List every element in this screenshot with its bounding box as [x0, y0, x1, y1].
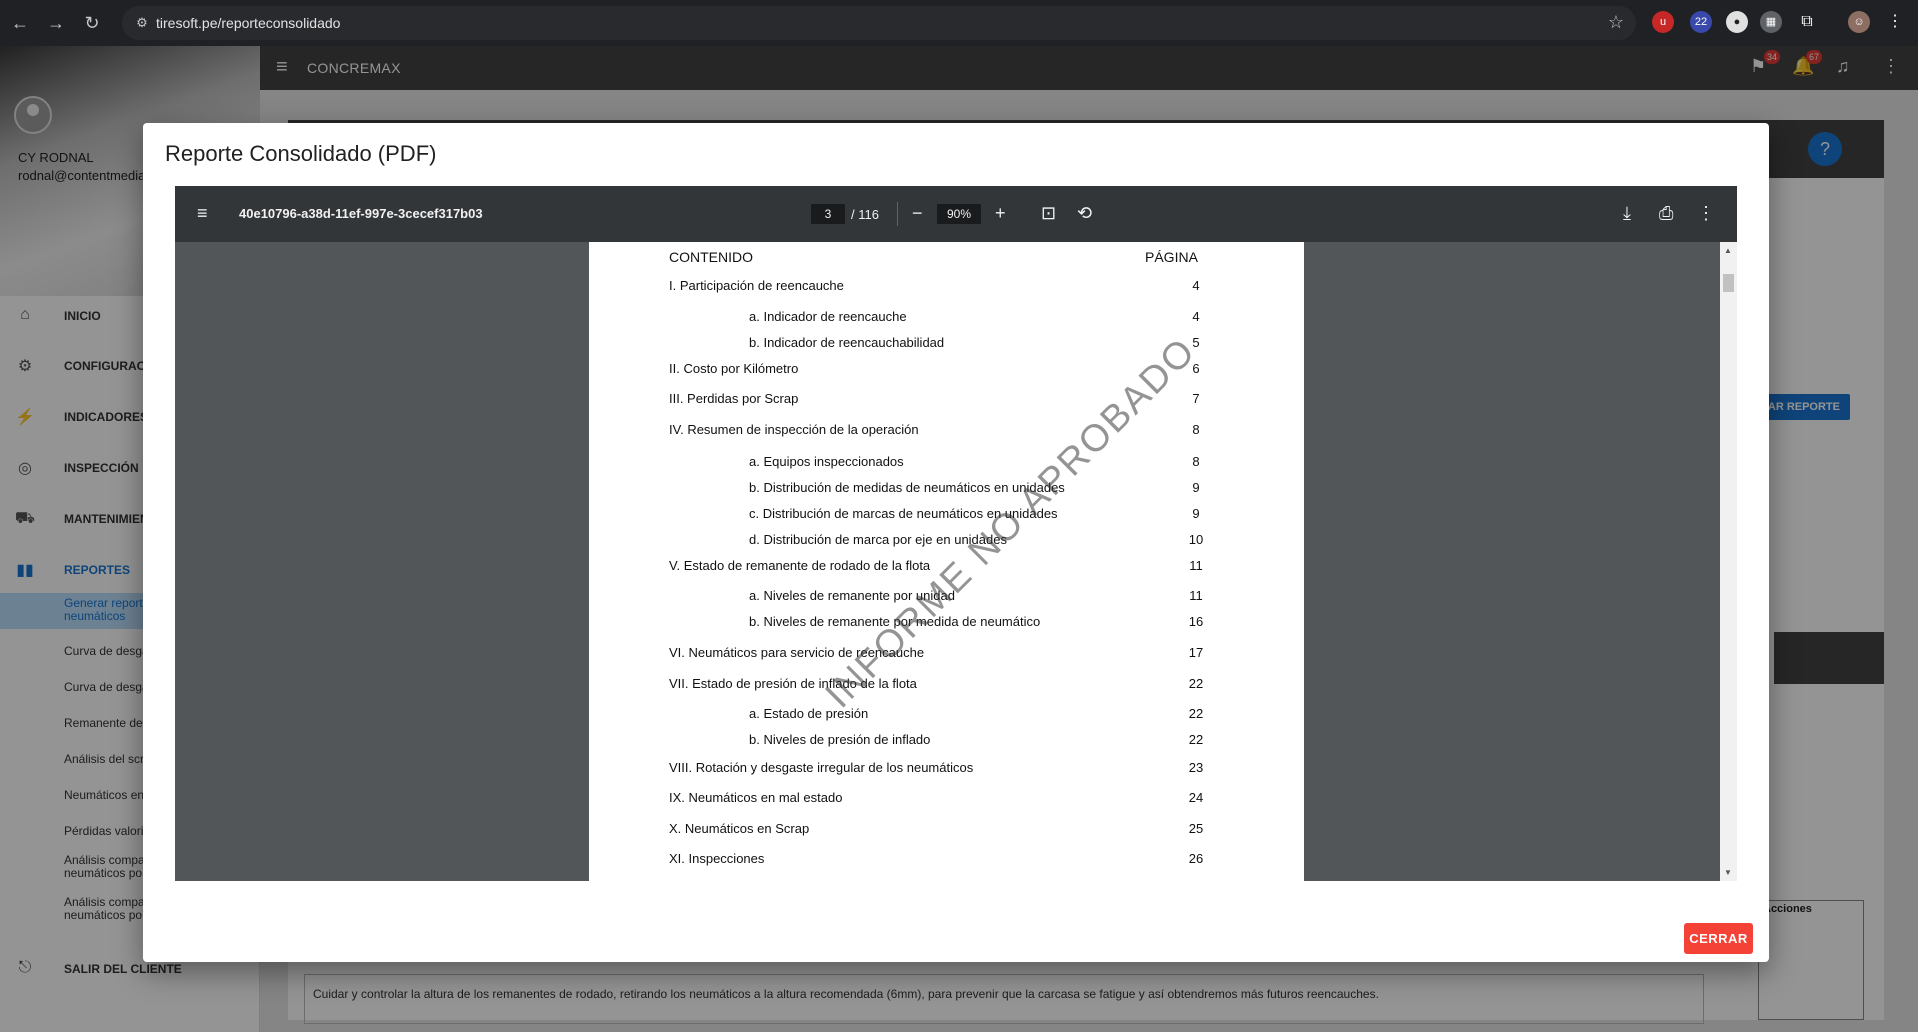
toc-entry-title: III. Perdidas por Scrap: [669, 391, 799, 406]
toc-entry[interactable]: IV. Resumen de inspección de la operació…: [589, 422, 1304, 440]
forward-icon[interactable]: →: [44, 11, 68, 35]
toc-entry-title: I. Participación de reencauche: [669, 278, 844, 293]
toc-entry-title: V. Estado de remanente de rodado de la f…: [669, 558, 931, 573]
toc-entry-title: VIII. Rotación y desgaste irregular de l…: [669, 760, 974, 775]
pdf-viewer: ≡ 40e10796-a38d-11ef-997e-3cecef317b03 3…: [175, 186, 1737, 881]
toc-entry-page: 9: [1192, 480, 1200, 495]
toc-entry-title: II. Costo por Kilómetro: [669, 361, 799, 376]
address-bar[interactable]: ⚙ tiresoft.pe/reporteconsolidado ☆: [122, 6, 1636, 40]
extension-circle-icon[interactable]: ●: [1726, 11, 1748, 33]
site-info-icon[interactable]: ⚙: [132, 13, 152, 33]
toc-entry[interactable]: III. Perdidas por Scrap 7: [589, 391, 1304, 409]
toc-entry-page: 11: [1189, 558, 1203, 573]
toc-entry[interactable]: b. Indicador de reencauchabilidad 5: [589, 335, 1304, 353]
url-text: tiresoft.pe/reporteconsolidado: [156, 15, 341, 31]
toc-entry-page: 17: [1188, 645, 1204, 660]
extension-counter-icon[interactable]: 22: [1690, 11, 1712, 33]
download-icon[interactable]: ⤓: [1623, 202, 1631, 224]
toc-entry-title: b. Niveles de presión de inflado: [749, 732, 931, 747]
toc-entry-title: b. Indicador de reencauchabilidad: [749, 335, 945, 350]
toc-entry-page: 16: [1188, 614, 1204, 629]
pdf-toolbar: ≡ 40e10796-a38d-11ef-997e-3cecef317b03 3…: [175, 186, 1737, 242]
toc-entry-page: 26: [1188, 851, 1204, 866]
toc-entry-page: 8: [1192, 454, 1200, 469]
browser-menu-icon[interactable]: ⋮: [1884, 11, 1906, 33]
outline-menu-icon[interactable]: ≡: [197, 202, 208, 224]
toc-entry-page: 23: [1188, 760, 1204, 775]
back-icon[interactable]: ←: [8, 11, 32, 35]
bookmark-star-icon[interactable]: ☆: [1608, 12, 1624, 33]
document-name: 40e10796-a38d-11ef-997e-3cecef317b03: [239, 206, 483, 221]
scroll-up-icon[interactable]: ▲: [1724, 246, 1732, 255]
toc-entry[interactable]: VIII. Rotación y desgaste irregular de l…: [589, 760, 1304, 778]
toc-entry[interactable]: b. Distribución de medidas de neumáticos…: [589, 480, 1304, 498]
pdf-scrollbar[interactable]: ▲ ▼: [1720, 242, 1737, 881]
toc-entry-page: 8: [1192, 422, 1200, 437]
zoom-in-icon[interactable]: +: [995, 202, 1006, 224]
toc-entry[interactable]: VII. Estado de presión de inflado de la …: [589, 676, 1304, 694]
toc-entry-page: 11: [1189, 588, 1203, 603]
toc-entry[interactable]: c. Distribución de marcas de neumáticos …: [589, 506, 1304, 524]
toc-entry[interactable]: X. Neumáticos en Scrap 25: [589, 821, 1304, 839]
fit-page-icon[interactable]: ⊡: [1041, 202, 1056, 224]
toc-entry-title: IX. Neumáticos en mal estado: [669, 790, 843, 805]
browser-chrome: ← → ↻ ⚙ tiresoft.pe/reporteconsolidado ☆…: [0, 0, 1918, 46]
toc-entry-title: XI. Inspecciones: [669, 851, 765, 866]
reload-icon[interactable]: ↻: [80, 11, 104, 35]
toc-entry[interactable]: d. Distribución de marca por eje en unid…: [589, 532, 1304, 550]
profile-avatar-icon[interactable]: ☺: [1848, 11, 1870, 33]
print-icon[interactable]: ⎙: [1659, 202, 1673, 224]
toolbar-divider: [897, 202, 898, 226]
toc-entry[interactable]: a. Estado de presión 22: [589, 706, 1304, 724]
toc-entry[interactable]: a. Indicador de reencauche 4: [589, 309, 1304, 327]
modal-title: Reporte Consolidado (PDF): [165, 141, 437, 166]
toc-entry-page: 10: [1188, 532, 1204, 547]
toc-entry-page: 4: [1192, 309, 1200, 324]
toc-entry-title: X. Neumáticos en Scrap: [669, 821, 810, 836]
toc-header-contenido: CONTENIDO: [669, 249, 753, 265]
toc-entry-page: 9: [1192, 506, 1200, 521]
toc-entry-page: 7: [1192, 391, 1200, 406]
toc-entry-page: 22: [1188, 676, 1204, 691]
close-button[interactable]: CERRAR: [1684, 923, 1753, 954]
scroll-thumb[interactable]: [1723, 274, 1734, 292]
toc-entry[interactable]: IX. Neumáticos en mal estado 24: [589, 790, 1304, 808]
toc-entry[interactable]: I. Participación de reencauche 4: [589, 278, 1304, 296]
extension-grid-icon[interactable]: ▦: [1760, 11, 1782, 33]
rotate-icon[interactable]: ⟲: [1077, 202, 1092, 224]
scroll-down-icon[interactable]: ▼: [1724, 868, 1732, 877]
toc-entry-page: 24: [1188, 790, 1204, 805]
toc-entry-page: 25: [1188, 821, 1204, 836]
toc-entry-page: 22: [1188, 732, 1204, 747]
toc-entry[interactable]: VI. Neumáticos para servicio de reencauc…: [589, 645, 1304, 663]
ublock-extension-icon[interactable]: u: [1652, 11, 1674, 33]
more-options-icon[interactable]: ⋮: [1697, 202, 1715, 224]
page-number-input[interactable]: 3: [811, 204, 845, 224]
toc-entry-title: a. Indicador de reencauche: [749, 309, 907, 324]
toc-entry-title: IV. Resumen de inspección de la operació…: [669, 422, 919, 437]
extension-badge: 22: [1694, 16, 1708, 28]
zoom-input[interactable]: 90%: [937, 204, 981, 224]
toc-header-pagina: PÁGINA: [1145, 249, 1198, 265]
pdf-page: CONTENIDO PÁGINA I. Participación de ree…: [589, 242, 1304, 881]
toc-entry[interactable]: XI. Inspecciones 26: [589, 851, 1304, 869]
toc-entry[interactable]: a. Equipos inspeccionados 8: [589, 454, 1304, 472]
toc-entry[interactable]: b. Niveles de presión de inflado 22: [589, 732, 1304, 750]
page-total: / 116: [851, 207, 879, 222]
extensions-puzzle-icon[interactable]: ⧉: [1796, 11, 1818, 33]
toc-entry-page: 4: [1192, 278, 1200, 293]
toc-entry-page: 22: [1188, 706, 1204, 721]
toc-entry-title: a. Equipos inspeccionados: [749, 454, 904, 469]
zoom-out-icon[interactable]: −: [912, 202, 923, 224]
